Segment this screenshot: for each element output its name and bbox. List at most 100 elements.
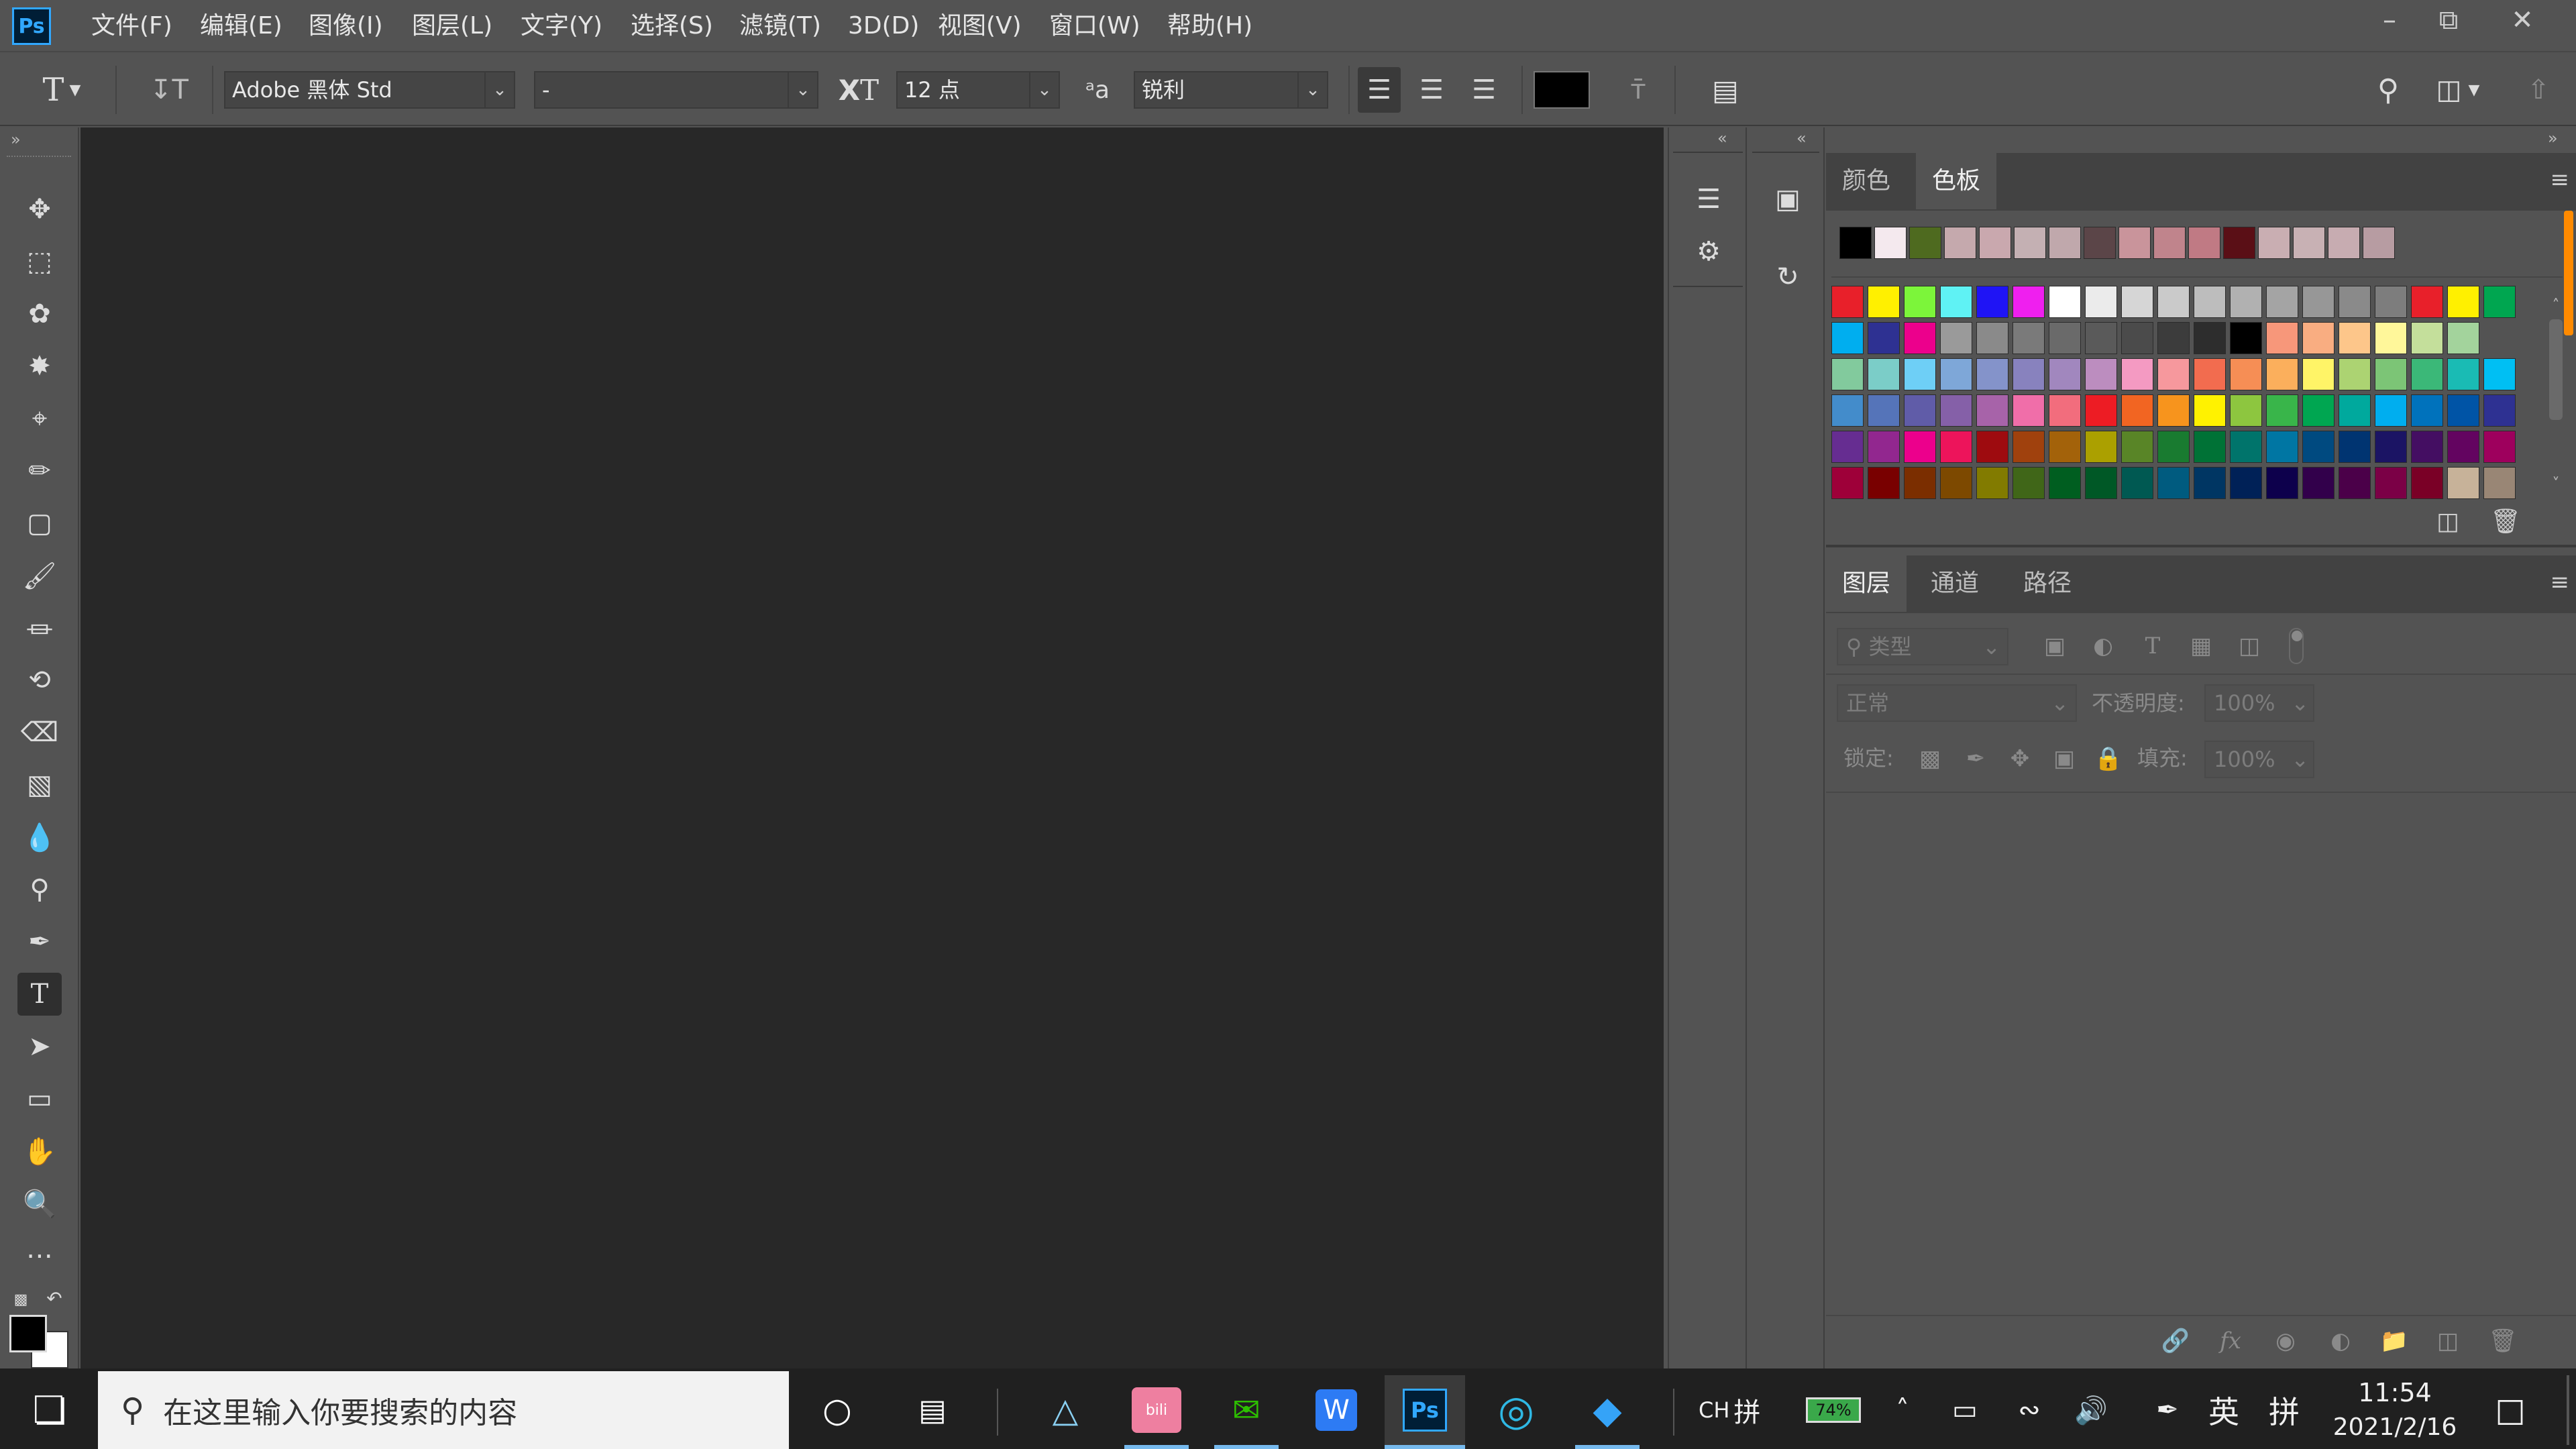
swatch[interactable] xyxy=(1904,286,1936,318)
show-hidden-icons-icon[interactable]: ˄ xyxy=(1884,1375,1921,1445)
swatch[interactable] xyxy=(1831,431,1864,463)
swatch[interactable] xyxy=(2302,394,2334,427)
swatch[interactable] xyxy=(1868,467,1900,499)
recent-swatch[interactable] xyxy=(2363,227,2395,259)
swatch[interactable] xyxy=(2375,322,2407,354)
adjustments-icon[interactable]: ⚙ xyxy=(1685,228,1732,275)
gradient-tool-icon[interactable]: ▧ xyxy=(17,763,62,806)
swatch[interactable] xyxy=(2049,467,2081,499)
recent-swatch[interactable] xyxy=(2328,227,2360,259)
menu-edit[interactable]: 编辑(E) xyxy=(200,0,282,52)
swatch[interactable] xyxy=(2339,467,2371,499)
windows-start-icon[interactable]: ❏ xyxy=(9,1375,90,1445)
share-icon[interactable]: ⇧ xyxy=(2517,68,2560,111)
scroll-down-icon[interactable]: ˅ xyxy=(2542,474,2569,494)
swatch[interactable] xyxy=(2194,358,2226,390)
swatch[interactable] xyxy=(2339,322,2371,354)
swatch[interactable] xyxy=(1904,358,1936,390)
swatch[interactable] xyxy=(2230,322,2262,354)
swatch[interactable] xyxy=(2375,286,2407,318)
swatch[interactable] xyxy=(2157,358,2190,390)
swatch[interactable] xyxy=(2049,286,2081,318)
font-size-dropdown[interactable]: 12 点 ⌄ xyxy=(896,71,1060,109)
swatch[interactable] xyxy=(1940,394,1972,427)
swatch[interactable] xyxy=(1976,358,2008,390)
move-tool-icon[interactable]: ✥ xyxy=(17,188,62,231)
swatch[interactable] xyxy=(2194,431,2226,463)
swatch[interactable] xyxy=(1976,286,2008,318)
swatch[interactable] xyxy=(2230,358,2262,390)
language-indicator[interactable]: 英 xyxy=(2200,1375,2247,1445)
swatch[interactable] xyxy=(2447,394,2479,427)
filter-pixel-icon[interactable]: ▣ xyxy=(2037,628,2073,664)
collapse-dock-icon[interactable]: « xyxy=(1717,129,1727,148)
collapse-panels-icon[interactable]: » xyxy=(2548,129,2558,148)
swatch[interactable] xyxy=(2230,286,2262,318)
swatch[interactable] xyxy=(1831,467,1864,499)
menu-image[interactable]: 图像(I) xyxy=(309,0,383,52)
swatch[interactable] xyxy=(1940,467,1972,499)
swatch[interactable] xyxy=(2012,322,2045,354)
eraser-tool-icon[interactable]: ⌫ xyxy=(17,711,62,754)
brush-settings-icon[interactable]: ☰ xyxy=(1685,176,1732,223)
clock[interactable]: 11:54 2021/2/16 xyxy=(2328,1375,2462,1445)
minimize-icon[interactable]: – xyxy=(2356,0,2423,40)
swatch[interactable] xyxy=(1868,394,1900,427)
swatch[interactable] xyxy=(2012,431,2045,463)
edge-browser-icon[interactable]: ◎ xyxy=(1476,1375,1556,1445)
character-panel-icon[interactable]: ▤ xyxy=(1704,68,1747,111)
swatch[interactable] xyxy=(2230,431,2262,463)
swatch[interactable] xyxy=(2121,467,2153,499)
expand-toolbar-icon[interactable]: » xyxy=(11,130,21,149)
marquee-tool-icon[interactable]: ⬚ xyxy=(17,240,62,283)
swatch[interactable] xyxy=(2411,322,2443,354)
wps-app-icon[interactable]: W xyxy=(1296,1375,1377,1445)
swatch[interactable] xyxy=(2194,286,2226,318)
lock-position-icon[interactable]: ✥ xyxy=(2002,741,2038,777)
swatch[interactable] xyxy=(2375,467,2407,499)
font-style-dropdown[interactable]: - ⌄ xyxy=(534,71,818,109)
tab-color[interactable]: 颜色 xyxy=(1826,153,1907,209)
recent-swatch[interactable] xyxy=(1944,227,1976,259)
recent-swatch[interactable] xyxy=(1874,227,1907,259)
scroll-thumb[interactable] xyxy=(2549,319,2563,420)
text-color-swatch[interactable] xyxy=(1534,71,1590,109)
swatch[interactable] xyxy=(2194,394,2226,427)
taskbar-search-box[interactable]: ⚲ 在这里输入你要搜索的内容 xyxy=(98,1371,789,1449)
pen-tool-icon[interactable]: ✒ xyxy=(17,920,62,963)
layer-filter-dropdown[interactable]: ⚲ 类型 ⌄ xyxy=(1837,628,2008,665)
close-icon[interactable]: ✕ xyxy=(2489,0,2556,40)
swatch[interactable] xyxy=(2085,467,2117,499)
swatch[interactable] xyxy=(1976,322,2008,354)
tab-layers[interactable]: 图层 xyxy=(1826,555,1907,612)
swatch[interactable] xyxy=(2375,394,2407,427)
notification-center-icon[interactable]: □ xyxy=(2482,1375,2538,1445)
swatch[interactable] xyxy=(2194,322,2226,354)
swatch[interactable] xyxy=(2447,431,2479,463)
tab-paths[interactable]: 路径 xyxy=(2007,555,2088,612)
menu-help[interactable]: 帮助(H) xyxy=(1167,0,1252,52)
new-group-icon[interactable]: 📁 xyxy=(2376,1323,2412,1359)
blue-app-icon[interactable]: ◆ xyxy=(1567,1375,1648,1445)
swatch[interactable] xyxy=(2302,286,2334,318)
search-icon[interactable]: ⚲ xyxy=(2367,68,2410,111)
recent-swatch[interactable] xyxy=(2153,227,2186,259)
task-view-icon[interactable]: ▤ xyxy=(892,1375,973,1445)
ime-mode-indicator[interactable]: 拼 xyxy=(2261,1375,2308,1445)
lock-all-icon[interactable]: 🔒 xyxy=(2090,741,2127,777)
path-selection-tool-icon[interactable]: ➤ xyxy=(17,1025,62,1068)
notes-app-icon[interactable]: △ xyxy=(1025,1375,1106,1445)
swap-colors-icon[interactable]: ↶ xyxy=(42,1285,67,1311)
brush-tool-icon[interactable]: 🖌 xyxy=(17,554,62,597)
swatch[interactable] xyxy=(2121,394,2153,427)
ime-indicator[interactable]: CH 拼 xyxy=(1699,1375,1760,1445)
blur-tool-icon[interactable]: 💧 xyxy=(17,816,62,859)
lock-image-icon[interactable]: ✒ xyxy=(1957,741,1994,777)
swatch[interactable] xyxy=(1976,431,2008,463)
swatch[interactable] xyxy=(2375,431,2407,463)
swatch[interactable] xyxy=(2085,394,2117,427)
battery-icon[interactable]: ▭ xyxy=(1941,1375,1988,1445)
foreground-color-swatch[interactable] xyxy=(9,1315,47,1352)
recent-swatch[interactable] xyxy=(1839,227,1872,259)
filter-adjustment-icon[interactable]: ◐ xyxy=(2085,628,2121,664)
